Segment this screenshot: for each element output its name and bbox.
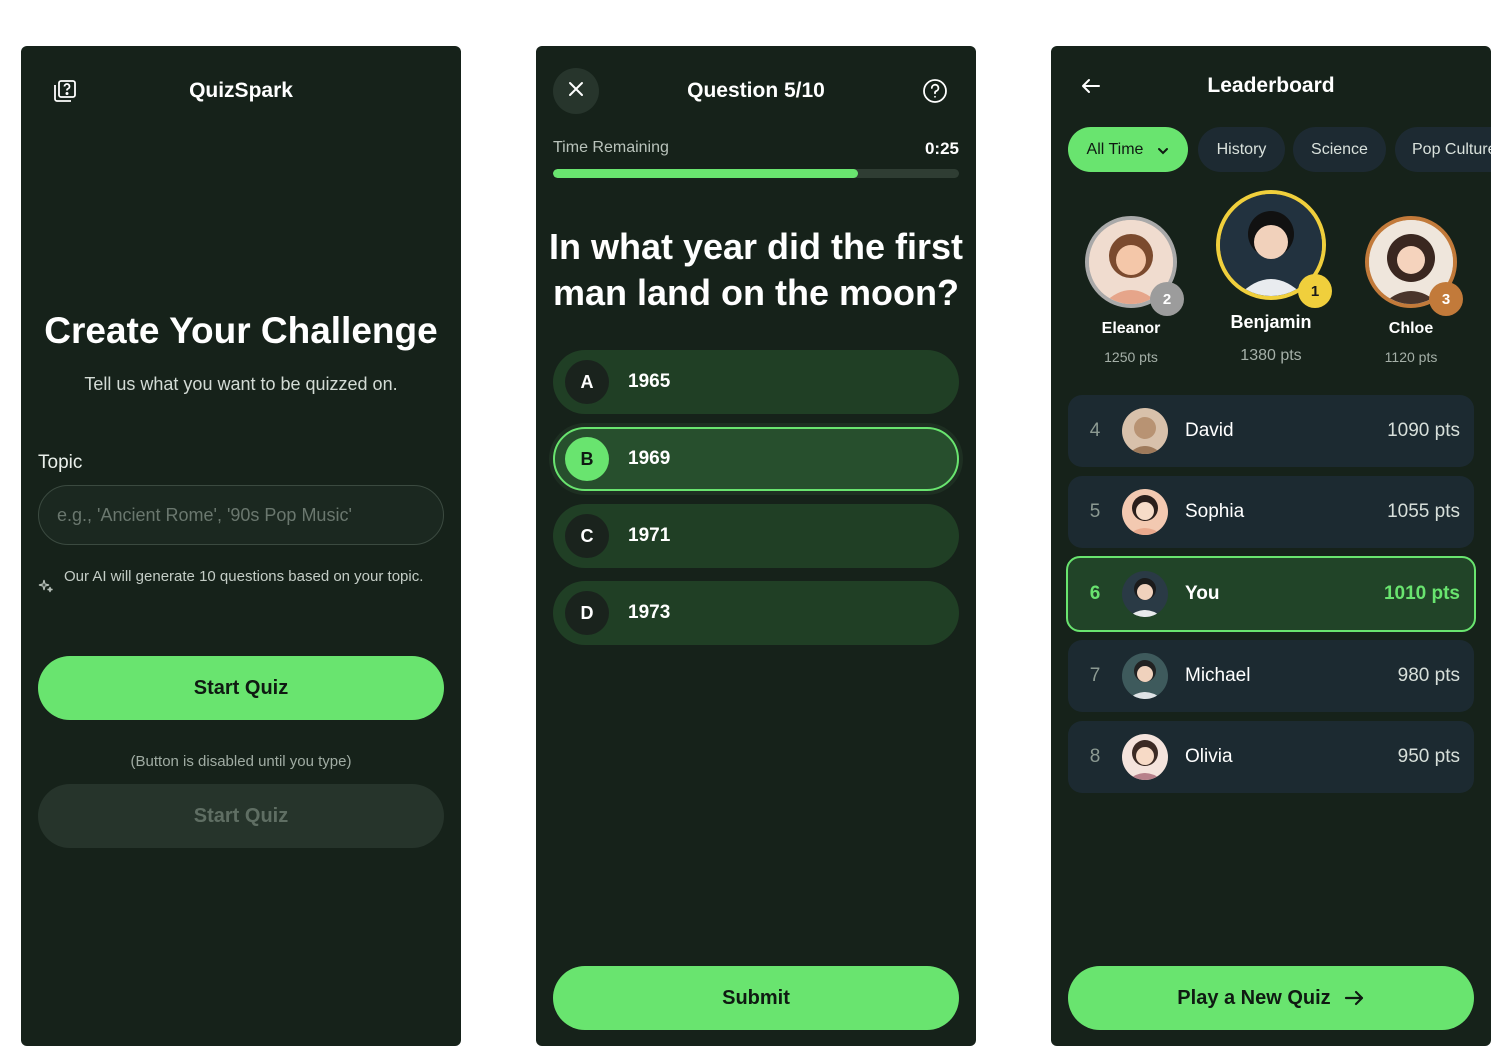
- podium-name: Eleanor: [1101, 320, 1161, 337]
- answer-option-c[interactable]: C 1971: [553, 504, 959, 568]
- podium-name: Chloe: [1388, 320, 1434, 337]
- option-value: 1969: [628, 448, 671, 469]
- filter-history[interactable]: History: [1198, 127, 1285, 172]
- page-title: Create Your Challenge: [44, 310, 438, 351]
- podium-points: 1380 pts: [1240, 347, 1302, 364]
- leaderboard-row[interactable]: 5 Sophia 1055 pts: [1068, 476, 1474, 548]
- start-quiz-button[interactable]: Start Quiz: [38, 656, 444, 720]
- row-name: Olivia: [1185, 746, 1233, 767]
- podium-points: 1120 pts: [1384, 349, 1438, 365]
- filter-pop-culture[interactable]: Pop Culture: [1395, 127, 1491, 172]
- leaderboard-row[interactable]: 7 Michael 980 pts: [1068, 640, 1474, 712]
- option-letter: A: [565, 360, 609, 404]
- leaderboard-row[interactable]: 4 David 1090 pts: [1068, 395, 1474, 467]
- answer-option-d[interactable]: D 1973: [553, 581, 959, 645]
- page-title: Leaderboard: [1207, 74, 1335, 97]
- leaderboard-row[interactable]: 8 Olivia 950 pts: [1068, 721, 1474, 793]
- avatar: [1122, 734, 1168, 780]
- filter-label: History: [1216, 140, 1267, 158]
- option-letter: D: [565, 591, 609, 635]
- rank-badge-3: 3: [1429, 282, 1463, 316]
- answer-option-a[interactable]: A 1965: [553, 350, 959, 414]
- filter-label: Pop Culture: [1412, 140, 1491, 158]
- avatar: [1122, 489, 1168, 535]
- row-name: You: [1185, 583, 1220, 604]
- row-points: 950 pts: [1397, 746, 1460, 767]
- answer-option-b[interactable]: B 1969: [553, 427, 959, 491]
- row-points: 980 pts: [1397, 665, 1460, 686]
- page-subtitle: Tell us what you want to be quizzed on.: [84, 374, 398, 394]
- row-name: Michael: [1185, 665, 1251, 686]
- filter-science[interactable]: Science: [1293, 127, 1386, 172]
- option-value: 1965: [628, 371, 671, 392]
- time-remaining-label: Time Remaining: [553, 139, 669, 156]
- time-remaining-value: 0:25: [924, 139, 959, 158]
- topic-label: Topic: [38, 452, 83, 473]
- time-progress-bar: [553, 169, 959, 178]
- create-challenge-screen: QuizSpark Create Your Challenge Tell us …: [21, 46, 461, 1046]
- submit-button[interactable]: Submit: [553, 966, 959, 1030]
- chevron-down-icon: [1157, 144, 1169, 156]
- row-points: 1055 pts: [1387, 501, 1460, 522]
- option-letter: B: [565, 437, 609, 481]
- filter-label: Science: [1311, 140, 1368, 158]
- help-icon[interactable]: [922, 78, 948, 104]
- avatar: [1122, 571, 1168, 617]
- option-value: 1971: [628, 525, 671, 546]
- leaderboard-screen: Leaderboard All Time History Science Pop…: [1051, 46, 1491, 1046]
- avatar: [1122, 408, 1168, 454]
- row-points: 1010 pts: [1383, 583, 1460, 604]
- rank-badge-1: 1: [1298, 274, 1332, 308]
- question-text: In what year did the first man land on t…: [548, 226, 964, 313]
- row-rank: 5: [1089, 501, 1101, 522]
- avatar: [1122, 653, 1168, 699]
- sparkle-icon: [38, 578, 54, 594]
- topic-input[interactable]: [38, 485, 444, 545]
- arrow-right-icon: [1343, 987, 1365, 1009]
- rank-badge-2: 2: [1150, 282, 1184, 316]
- option-value: 1973: [628, 602, 671, 623]
- question-screen: Question 5/10 Time Remaining 0:25 In wha…: [536, 46, 976, 1046]
- play-new-quiz-label: Play a New Quiz: [1177, 986, 1331, 1009]
- row-points: 1090 pts: [1387, 420, 1460, 441]
- question-counter: Question 5/10: [687, 79, 825, 102]
- row-rank: 4: [1089, 420, 1101, 441]
- disabled-note: (Button is disabled until you type): [130, 753, 352, 770]
- time-progress-fill: [553, 169, 858, 178]
- podium-name: Benjamin: [1230, 312, 1312, 332]
- filter-label: All Time: [1086, 140, 1144, 158]
- app-title: QuizSpark: [189, 79, 293, 102]
- row-name: David: [1185, 420, 1234, 441]
- row-name: Sophia: [1185, 501, 1245, 522]
- ai-hint-text: Our AI will generate 10 questions based …: [64, 568, 424, 585]
- row-rank: 6: [1089, 583, 1101, 604]
- start-quiz-button-disabled: Start Quiz: [38, 784, 444, 848]
- row-rank: 7: [1089, 665, 1101, 686]
- row-rank: 8: [1089, 746, 1101, 767]
- category-filters: All Time History Science Pop Culture: [1068, 127, 1491, 173]
- filter-all-time[interactable]: All Time: [1068, 127, 1188, 172]
- option-letter: C: [565, 514, 609, 558]
- podium-points: 1250 pts: [1104, 349, 1158, 365]
- play-new-quiz-button[interactable]: Play a New Quiz: [1068, 966, 1474, 1030]
- leaderboard-row-you[interactable]: 6 You 1010 pts: [1066, 556, 1476, 632]
